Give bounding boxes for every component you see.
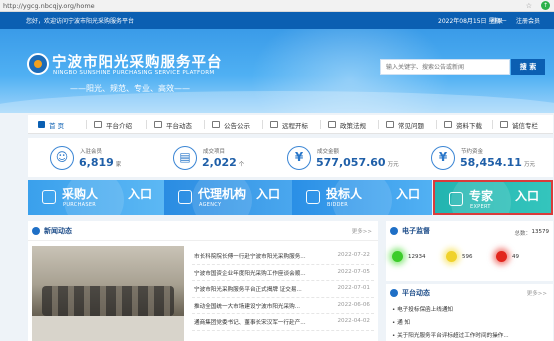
search-input[interactable] [380, 59, 510, 75]
purchaser-entry[interactable]: 采购人 PURCHASER 入口 [28, 180, 164, 215]
list-item[interactable]: • 关于阳光服务平台评标超过工作时间的操作... [392, 331, 509, 339]
nav-credit[interactable]: 诚信专栏 [500, 115, 538, 134]
monitor-icon [390, 227, 398, 235]
list-item[interactable]: • 通 知 [392, 318, 410, 326]
expert-entry-link[interactable]: 入口 [515, 187, 539, 204]
nav-download[interactable]: 资料下载 [444, 115, 482, 134]
header-banner: 宁波市阳光采购服务平台 NINGBO SUNSHINE PURCHASING S… [0, 29, 554, 113]
yellow-count: 596 [462, 254, 473, 260]
main-nav: 首 页 平台介绍 平台动态 公告公示 远程开标 政策法规 常见问题 资料下载 诚… [28, 115, 553, 134]
list-item[interactable]: 市长科院院长傅一行赴宁波市阳光采购服务... 2022-07-22 [192, 248, 374, 265]
news-icon [32, 227, 40, 235]
platform-icon [390, 289, 398, 297]
yuan-icon: ¥ [287, 146, 311, 170]
login-link[interactable]: 登录 [491, 16, 503, 25]
yellow-light-icon [446, 251, 457, 262]
news-panel: 新闻动态 更多>> 市长科院院长傅一行赴宁波市阳光采购服务... 2022-07-… [28, 221, 378, 341]
agency-entry-link[interactable]: 入口 [256, 185, 280, 202]
bidder-icon [306, 190, 320, 204]
nav-intro[interactable]: 平台介绍 [94, 115, 132, 134]
url-text[interactable]: http://ygcg.nbcqjy.org/home [3, 2, 95, 10]
agency-entry[interactable]: 代理机构 AGENCY 入口 [164, 180, 292, 215]
search-button[interactable]: 搜 索 [511, 59, 545, 75]
home-icon [38, 121, 45, 128]
download-icon [444, 121, 452, 128]
expert-entry[interactable]: 专家 EXPERT 入口 [433, 180, 553, 215]
platform-panel: 平台动态 更多>> • 电子投标保函上线通知 • 通 知 • 关于阳光服务平台评… [386, 284, 553, 341]
logo-icon [27, 53, 49, 75]
monitor-panel: 电子监督 总数： 13579 12934 596 49 [386, 221, 553, 281]
welcome-text: 您好，欢迎访问宁波市阳光采购服务平台 [26, 18, 135, 25]
monitor-title: 电子监督 [402, 227, 430, 235]
register-link[interactable]: 注册会员 [516, 16, 540, 25]
projects-icon: ▤ [173, 146, 197, 170]
platform-more-link[interactable]: 更多>> [527, 289, 547, 297]
policy-icon [328, 121, 336, 128]
nav-notices[interactable]: 公告公示 [212, 115, 250, 134]
site-subtitle: NINGBO SUNSHINE PURCHASING SERVICE PLATF… [53, 70, 215, 76]
stats-panel: ☺ 入驻会员 6,819 家 ▤ 成交项目 2,022 个 ¥ 成交金额 577,0… [28, 138, 553, 177]
list-item[interactable]: • 电子投标保函上线通知 [392, 305, 453, 313]
expert-icon [449, 192, 463, 206]
members-icon: ☺ [50, 146, 74, 170]
purchaser-entry-link[interactable]: 入口 [128, 185, 152, 202]
news-icon [154, 121, 162, 128]
nav-faq[interactable]: 常见问题 [386, 115, 424, 134]
arrow-up-icon[interactable]: ↑ [541, 1, 550, 10]
red-count: 49 [512, 254, 519, 260]
credit-icon [500, 121, 508, 128]
remote-bid-icon [270, 121, 278, 128]
bidder-entry[interactable]: 投标人 BIDDER 入口 [292, 180, 432, 215]
nav-home[interactable]: 首 页 [38, 115, 64, 134]
monitor-total: 13579 [531, 229, 550, 235]
list-item[interactable]: 宁波市国资企业年度阳光采购工作座谈会顺... 2022-07-05 [192, 265, 374, 281]
monitor-total-label: 总数： [514, 231, 531, 237]
browser-address-bar[interactable]: http://ygcg.nbcqjy.org/home ☆ ↑ [0, 0, 554, 12]
news-title: 新闻动态 [44, 227, 72, 235]
news-list: 市长科院院长傅一行赴宁波市阳光采购服务... 2022-07-22 宁波市国资企业… [192, 248, 374, 331]
nav-policy[interactable]: 政策法规 [328, 115, 366, 134]
nav-dynamics[interactable]: 平台动态 [154, 115, 192, 134]
news-photo[interactable] [32, 246, 184, 341]
question-icon [386, 121, 394, 128]
site-slogan: ——阳光、规范、专业、高效—— [70, 84, 190, 93]
red-light-icon [496, 251, 507, 262]
info-icon [94, 121, 102, 128]
bidder-entry-link[interactable]: 入口 [396, 185, 420, 202]
platform-title: 平台动态 [402, 289, 430, 297]
savings-icon: ¥ [431, 146, 455, 170]
news-more-link[interactable]: 更多>> [352, 227, 372, 235]
notice-icon [212, 121, 220, 128]
list-item[interactable]: 宁波市阳光采购服务平台正式揭牌 证交易... 2022-07-01 [192, 281, 374, 298]
news-header: 新闻动态 更多>> [28, 221, 378, 241]
agency-icon [178, 190, 192, 204]
green-count: 12934 [408, 254, 426, 260]
purchaser-icon [42, 190, 56, 204]
site-title: 宁波市阳光采购服务平台 [52, 55, 223, 71]
list-item[interactable]: 通商集团党委书记、董事长宋汉军一行赴产... 2022-04-02 [192, 314, 374, 331]
star-icon[interactable]: ☆ [526, 2, 532, 10]
list-item[interactable]: 推动全国统一大市场建设宁波市阳光采购... 2022-06-06 [192, 298, 374, 314]
top-strip: 您好，欢迎访问宁波市阳光采购服务平台 2022年08月15日 星期一 登录 注册… [0, 12, 554, 29]
green-light-icon [392, 251, 403, 262]
nav-remote-bid[interactable]: 远程开标 [270, 115, 308, 134]
